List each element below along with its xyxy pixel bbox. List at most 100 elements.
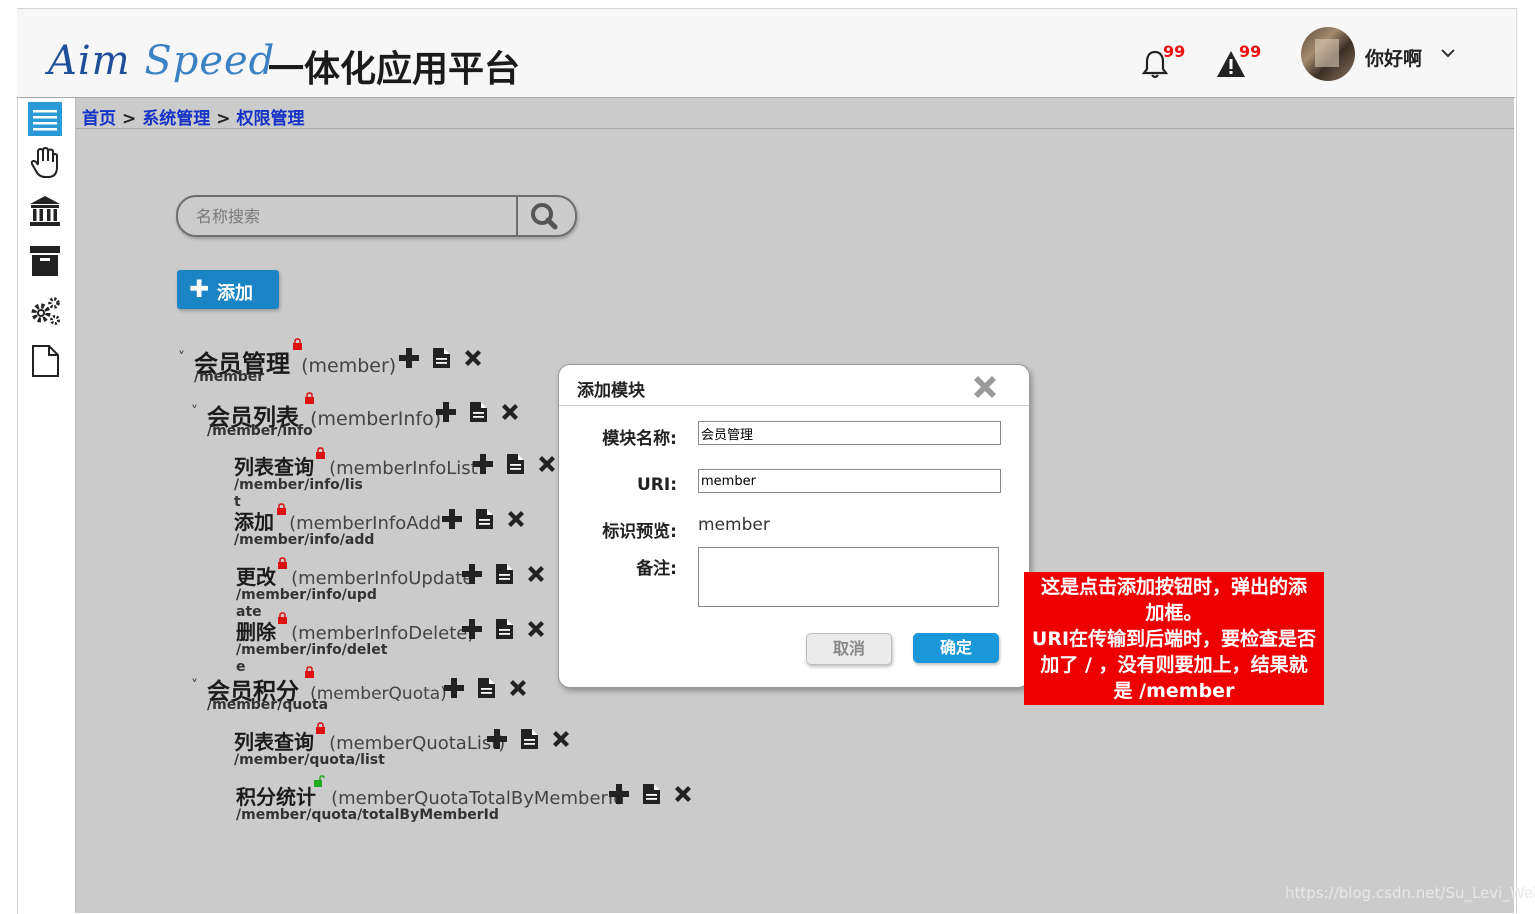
add-child-icon[interactable] (472, 453, 498, 477)
confirm-button[interactable]: 确定 (913, 633, 999, 663)
archive-icon[interactable] (28, 244, 62, 278)
node-uri: /member/info/delet (236, 642, 388, 658)
logo-aim: Aim (48, 38, 131, 84)
add-child-icon[interactable] (435, 401, 461, 425)
node-name: 添加 (234, 510, 274, 534)
tree-node-member-info-update[interactable]: 更改 (memberInfoUpdate /member/info/upd at… (236, 561, 474, 620)
collapse-toggle-icon[interactable]: ˅ (178, 350, 185, 366)
breadcrumb-current[interactable]: 权限管理 (237, 109, 305, 129)
breadcrumb-divider (76, 128, 1514, 129)
tree-node-member-info-list[interactable]: 列表查询 (memberInfoList /member/info/lis t (234, 451, 478, 510)
node-actions (441, 508, 537, 532)
edit-document-icon[interactable] (475, 677, 501, 701)
annotation-line: 加了 / ，没有则要加上，结果就 (1040, 654, 1308, 676)
node-name: 更改 (236, 565, 276, 589)
node-name: 积分统计 (236, 785, 316, 809)
add-child-icon[interactable] (486, 728, 512, 752)
node-code: (memberQuotaList) (329, 733, 506, 754)
delete-icon[interactable] (525, 563, 551, 587)
edit-document-icon[interactable] (518, 728, 544, 752)
tree-node-member-info-add[interactable]: 添加 (memberInfoAdd /member/info/add (234, 506, 441, 548)
node-code: (memberInfoUpdate (291, 568, 474, 589)
preview-value: member (698, 515, 770, 535)
edit-document-icon[interactable] (640, 783, 666, 807)
node-uri: /member/quota/list (234, 752, 385, 768)
collapse-toggle-icon[interactable]: ˅ (191, 678, 198, 694)
add-child-icon[interactable] (443, 677, 469, 701)
node-code: (memberInfoDelete) (291, 623, 475, 644)
breadcrumb-system[interactable]: 系统管理 (142, 109, 210, 129)
menu-icon[interactable] (28, 102, 62, 136)
node-actions (461, 618, 557, 642)
uri-label: URI: (636, 475, 677, 495)
node-uri: /member/info/lis (234, 477, 363, 493)
plus-icon: ✚ (189, 275, 210, 303)
watermark: https://blog.csdn.net/Su_Levi_Wei (1285, 884, 1535, 902)
file-icon[interactable] (28, 344, 62, 378)
node-code: (memberQuota) (310, 684, 447, 704)
tree-node-member-quota-total[interactable]: 积分统计 (memberQuotaTotalByMemberId /member… (236, 781, 625, 823)
uri-input[interactable] (698, 469, 1001, 493)
node-actions (472, 453, 568, 477)
node-actions (398, 347, 494, 371)
add-child-icon[interactable] (461, 563, 487, 587)
node-uri: /member/info (207, 423, 313, 439)
tree-node-member-info[interactable]: ˅ 会员列表 (memberInfo) /member/info (191, 398, 441, 439)
delete-icon[interactable] (550, 728, 576, 752)
delete-icon[interactable] (507, 677, 533, 701)
node-actions (461, 563, 557, 587)
delete-icon[interactable] (462, 347, 488, 371)
delete-icon[interactable] (672, 783, 698, 807)
delete-icon[interactable] (505, 508, 531, 532)
add-module-dialog: 添加模块 模块名称: URI: 标识预览: member 备注: 取消 确定 (558, 364, 1030, 688)
cancel-button[interactable]: 取消 (806, 633, 892, 665)
node-name: 删除 (236, 620, 276, 644)
remark-textarea[interactable] (698, 547, 999, 607)
chevron-down-icon[interactable] (1440, 45, 1456, 61)
sidebar (18, 98, 76, 913)
dialog-title: 添加模块 (577, 381, 645, 401)
edit-document-icon[interactable] (493, 563, 519, 587)
add-button[interactable]: ✚ 添加 (177, 270, 279, 309)
node-actions (443, 677, 539, 701)
edit-document-icon[interactable] (473, 508, 499, 532)
add-button-label: 添加 (217, 283, 253, 304)
node-name: 列表查询 (234, 455, 314, 479)
edit-document-icon[interactable] (493, 618, 519, 642)
hand-icon[interactable] (28, 146, 62, 180)
breadcrumb: 首页 > 系统管理 > 权限管理 (82, 104, 305, 129)
avatar[interactable] (1301, 27, 1355, 81)
add-child-icon[interactable] (398, 347, 424, 371)
logo-speed: Speed (144, 38, 276, 84)
dialog-divider (559, 405, 1029, 406)
add-child-icon[interactable] (608, 783, 634, 807)
tree-node-member-info-delete[interactable]: 删除 (memberInfoDelete) /member/info/delet… (236, 616, 475, 675)
username[interactable]: 你好啊 (1365, 44, 1422, 71)
lock-icon (304, 663, 315, 678)
breadcrumb-sep: > (122, 109, 137, 129)
annotation-note: 这是点击添加按钮时，弹出的添 加框。 URI在传输到后端时，要检查是否 加了 /… (1024, 572, 1324, 705)
node-uri: /member/quota/totalByMemberId (236, 807, 499, 823)
edit-document-icon[interactable] (430, 347, 456, 371)
search-box (176, 195, 577, 237)
edit-document-icon[interactable] (504, 453, 530, 477)
edit-document-icon[interactable] (467, 401, 493, 425)
module-name-input[interactable] (698, 421, 1001, 445)
close-icon[interactable] (971, 373, 999, 401)
breadcrumb-home[interactable]: 首页 (82, 109, 116, 129)
bank-icon[interactable] (28, 194, 62, 228)
search-icon[interactable] (524, 200, 564, 232)
collapse-toggle-icon[interactable]: ˅ (191, 404, 198, 420)
delete-icon[interactable] (499, 401, 525, 425)
tree-node-member-quota-list[interactable]: 列表查询 (memberQuotaList) /member/quota/lis… (234, 726, 506, 768)
node-name: 列表查询 (234, 730, 314, 754)
gears-icon[interactable] (28, 294, 62, 328)
remark-label: 备注: (636, 559, 677, 579)
add-child-icon[interactable] (441, 508, 467, 532)
search-input[interactable] (194, 203, 498, 229)
node-code: (memberQuotaTotalByMemberId (331, 788, 625, 809)
add-child-icon[interactable] (461, 618, 487, 642)
preview-label: 标识预览: (602, 522, 677, 542)
tree-node-member-quota[interactable]: ˅ 会员积分 (memberQuota) /member/quota (191, 672, 447, 713)
delete-icon[interactable] (525, 618, 551, 642)
